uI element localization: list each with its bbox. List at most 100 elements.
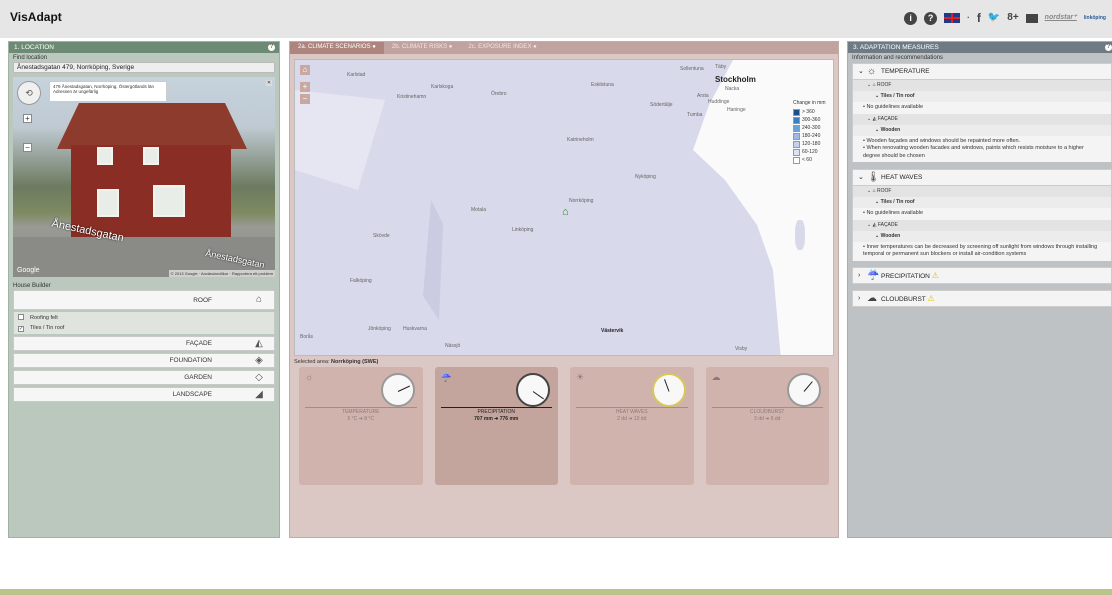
foundation-row[interactable]: FOUNDATION ◈ bbox=[13, 353, 275, 368]
chevron-down-icon: ⌄ bbox=[858, 174, 864, 181]
heat-waves-facade-subheader[interactable]: ⌄ Wooden bbox=[852, 230, 1112, 242]
temperature-section[interactable]: ⌄ ☼ TEMPERATURE bbox=[852, 63, 1112, 80]
tiles-checkbox[interactable]: ✓ bbox=[18, 326, 24, 332]
tab-climate-scenarios[interactable]: 2a. CLIMATE SCENARIOS ● bbox=[290, 42, 384, 54]
roof-label: ROOF bbox=[877, 188, 892, 194]
uk-flag-icon[interactable] bbox=[944, 13, 961, 23]
zoom-in-button[interactable]: + bbox=[23, 114, 32, 123]
climate-cards: ☼ TEMPERATURE 5 °C ➜ 8 °C ☔ PRECIPITATIO… bbox=[290, 367, 838, 485]
roof-option-tiles[interactable]: ✓ Tiles / Tin roof bbox=[13, 323, 275, 334]
google-plus-icon[interactable]: 8+ bbox=[1007, 11, 1018, 25]
info-icon[interactable]: i bbox=[904, 11, 918, 25]
map-zoom-in-button[interactable]: + bbox=[300, 82, 310, 92]
tab-climate-scenarios-label: 2a. CLIMATE SCENARIOS bbox=[298, 44, 371, 50]
cloudburst-section[interactable]: › ☁ CLOUDBURST ⚠ bbox=[852, 289, 1112, 307]
location-panel-title: 1. LOCATION bbox=[14, 44, 54, 51]
cloudburst-card[interactable]: ☁ CLOUDBURST 3 dd ➜ 6 dd bbox=[705, 367, 829, 485]
tab-climate-risks[interactable]: 2b. CLIMATE RISKS ● bbox=[384, 42, 461, 54]
legend-item-label: > 360 bbox=[802, 109, 815, 115]
card-value: 707 mm ➜ 776 mm bbox=[474, 416, 519, 422]
card-title: HEAT WAVES bbox=[615, 409, 648, 415]
card-value: 3 dd ➜ 6 dd bbox=[754, 416, 781, 422]
city-label: Huddinge bbox=[708, 99, 730, 105]
home-icon[interactable]: ⌂ bbox=[300, 65, 310, 75]
gauge-icon bbox=[380, 373, 415, 407]
gauge-needle bbox=[803, 381, 813, 392]
selected-location-home-icon[interactable]: ⌂ bbox=[562, 206, 569, 218]
divider bbox=[305, 407, 417, 408]
roof-option-roofing-felt[interactable]: Roofing felt bbox=[13, 312, 275, 323]
mail-icon[interactable] bbox=[1025, 13, 1038, 23]
streetview-footer[interactable]: © 2013 Google · Användarvillkor · Rappor… bbox=[168, 270, 275, 277]
help-icon[interactable]: ? bbox=[924, 11, 938, 25]
temperature-section-label: TEMPERATURE bbox=[881, 68, 930, 75]
temperature-card[interactable]: ☼ TEMPERATURE 5 °C ➜ 8 °C bbox=[299, 367, 423, 485]
facade-label: FAÇADE bbox=[185, 340, 212, 347]
precipitation-card[interactable]: ☔ PRECIPITATION 707 mm ➜ 776 mm bbox=[434, 367, 558, 485]
city-label: Nässjö bbox=[445, 343, 461, 349]
recommendation: • When renovating wooden facades and win… bbox=[863, 145, 1084, 159]
close-icon[interactable]: ✕ bbox=[266, 80, 272, 86]
landscape-label: LANDSCAPE bbox=[172, 391, 212, 398]
tab-exposure-index[interactable]: 2c. EXPOSURE INDEX ● bbox=[460, 42, 544, 54]
garden-row[interactable]: GARDEN ◇ bbox=[13, 370, 275, 385]
gauge-needle bbox=[663, 379, 669, 392]
heat-waves-facade-header[interactable]: ⌄ ◭ FAÇADE bbox=[852, 219, 1112, 231]
heat-waves-card[interactable]: ☀ HEAT WAVES 2 dd ➜ 13 dd bbox=[570, 367, 694, 485]
warning-icon: ⚠ bbox=[927, 293, 935, 303]
landscape-row[interactable]: LANDSCAPE ◢ bbox=[13, 387, 275, 402]
roof-row[interactable]: ROOF ⌂ bbox=[13, 290, 275, 310]
partner-logo[interactable]: linköping bbox=[1084, 11, 1106, 25]
temperature-roof-subheader[interactable]: ⌄ Tiles / Tin roof bbox=[852, 91, 1112, 102]
top-bar: VisAdapt i ? · f 🐦 8+ nordstar⁺ linköpin… bbox=[0, 0, 1112, 38]
climate-map[interactable]: Karlstad Karlskoga Kristinehamn Örebro E… bbox=[294, 59, 834, 356]
gauge-icon bbox=[787, 373, 821, 407]
precipitation-section[interactable]: › ☔ PRECIPITATION ⚠ bbox=[852, 266, 1112, 284]
facebook-icon[interactable]: f bbox=[977, 11, 981, 25]
footer-bar bbox=[0, 589, 1112, 595]
card-title: TEMPERATURE bbox=[342, 409, 380, 415]
sun-icon: ☼ bbox=[867, 66, 877, 77]
legend-item-label: 300-360 bbox=[802, 117, 821, 123]
nordstar-logo[interactable]: nordstar⁺ bbox=[1045, 11, 1077, 25]
chevron-right-icon: › bbox=[858, 294, 861, 302]
top-icons: i ? · f 🐦 8+ nordstar⁺ linköping bbox=[904, 11, 1106, 25]
zoom-out-button[interactable]: − bbox=[23, 143, 32, 152]
divider bbox=[711, 407, 823, 408]
street-view[interactable]: Ånestadsgatan Ånestadsgatan ⟲ + − 479 Ån… bbox=[13, 77, 275, 277]
heat-waves-roof-header[interactable]: ⌄ ⌂ ROOF bbox=[852, 186, 1112, 197]
city-label: Haninge bbox=[727, 107, 746, 113]
city-label: Karlstad bbox=[347, 72, 366, 78]
temperature-facade-header[interactable]: ⌄ ◭ FAÇADE bbox=[852, 113, 1112, 125]
stockholm-label: Stockholm bbox=[715, 75, 756, 84]
temperature-facade-subheader[interactable]: ⌄ Wooden bbox=[852, 124, 1112, 136]
temperature-facade-text: • Wooden façades and windows should be r… bbox=[852, 135, 1112, 162]
temperature-roof-text: • No guidelines available bbox=[852, 102, 1112, 114]
city-label: Eskilstuna bbox=[591, 82, 614, 88]
map-zoom-out-button[interactable]: − bbox=[300, 94, 310, 104]
house-window bbox=[97, 189, 119, 217]
chevron-right-icon: › bbox=[858, 271, 861, 279]
facade-icon: ◭ bbox=[255, 338, 263, 349]
climate-tabs: 2a. CLIMATE SCENARIOS ● 2b. CLIMATE RISK… bbox=[290, 42, 838, 54]
address-input[interactable]: Ånestadsgatan 479, Norrköping, Sverige bbox=[13, 62, 275, 73]
cloudburst-icon: ☁ bbox=[867, 292, 877, 304]
help-icon[interactable]: ? bbox=[1105, 44, 1112, 51]
temperature-roof-header[interactable]: ⌄ ⌂ ROOF bbox=[852, 80, 1112, 91]
roofing-felt-checkbox[interactable] bbox=[18, 314, 24, 320]
twitter-icon[interactable]: 🐦 bbox=[988, 11, 1000, 25]
location-panel: 1. LOCATION ? Find location Ånestadsgata… bbox=[8, 41, 280, 538]
tab-exposure-index-label: 2c. EXPOSURE INDEX bbox=[468, 44, 532, 50]
city-label: Västervik bbox=[601, 328, 624, 334]
facade-row[interactable]: FAÇADE ◭ bbox=[13, 336, 275, 351]
heat-waves-section[interactable]: ⌄ 🌡 HEAT WAVES bbox=[852, 169, 1112, 186]
help-icon[interactable]: ? bbox=[268, 44, 275, 51]
pan-control-icon[interactable]: ⟲ bbox=[17, 81, 41, 105]
adaptation-panel-title: 3. ADAPTATION MEASURES bbox=[853, 44, 939, 51]
foundation-label: FOUNDATION bbox=[169, 357, 213, 364]
legend-item-label: 120-180 bbox=[802, 141, 821, 147]
heat-waves-roof-text: • No guidelines available bbox=[852, 208, 1112, 220]
garden-icon: ◇ bbox=[255, 372, 263, 383]
heat-waves-roof-subheader[interactable]: ⌄ Tiles / Tin roof bbox=[852, 197, 1112, 208]
roofing-felt-label: Roofing felt bbox=[30, 315, 58, 321]
